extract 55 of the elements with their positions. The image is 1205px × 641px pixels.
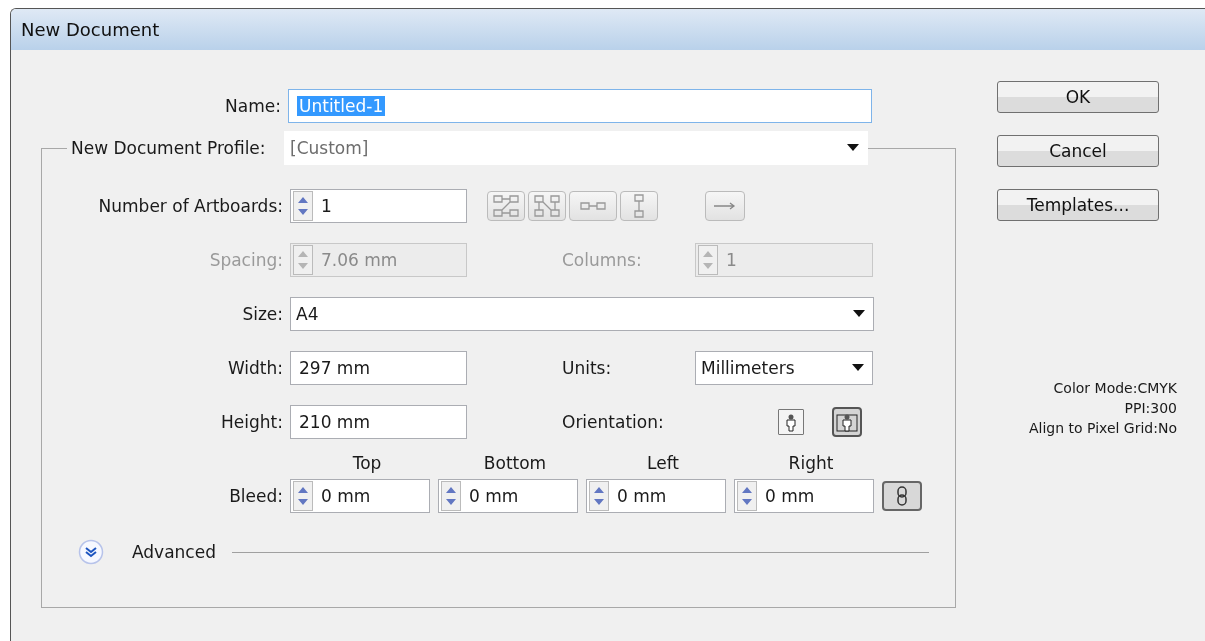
spinner-field[interactable]: 0 mm (586, 479, 726, 513)
arrange-grid-icon (534, 195, 560, 217)
size-dropdown[interactable]: A4 (290, 297, 874, 331)
bleed-heading: Bottom (482, 453, 548, 473)
bleed-heading: Top (351, 453, 383, 473)
spinner-field[interactable]: 1 (290, 189, 467, 223)
dialog-button[interactable]: OK (997, 81, 1159, 113)
advanced-label[interactable]: Advanced (132, 542, 216, 562)
field-label: Units: (562, 358, 613, 378)
field-label: Spacing: (208, 250, 284, 270)
profile-dropdown[interactable]: [Custom] (284, 131, 868, 165)
field-label: Size: (241, 304, 284, 324)
expand-icon[interactable] (78, 539, 104, 565)
layout-direction-button[interactable] (705, 191, 745, 221)
spinner-arrows-icon[interactable] (293, 191, 313, 221)
link-icon (896, 485, 908, 507)
window-title: New Document (11, 9, 1205, 50)
landscape-button[interactable] (832, 407, 862, 437)
spinner-arrows-icon[interactable] (441, 481, 461, 511)
link-button[interactable] (882, 481, 922, 511)
spinner-field[interactable]: 0 mm (290, 479, 430, 513)
person-icon (836, 411, 858, 433)
info-text: Color Mode:CMYK (1053, 379, 1177, 398)
spinner-arrows-icon[interactable] (293, 481, 313, 511)
arrange-grid-button[interactable] (620, 191, 658, 221)
arrange-grid-button[interactable] (528, 191, 566, 221)
height-field[interactable]: 210 mm (290, 405, 467, 439)
arrange-grid-icon (634, 194, 644, 218)
field-label: Height: (220, 412, 284, 432)
field-label: Bleed: (228, 486, 284, 506)
info-text: PPI:300 (1124, 399, 1177, 418)
dialog-button[interactable]: Cancel (997, 135, 1159, 167)
field-label: Number of Artboards: (97, 196, 284, 216)
dialog-button[interactable]: Templates... (997, 189, 1159, 221)
dropdown-caret-icon (853, 310, 865, 318)
dropdown-caret-icon (852, 364, 864, 372)
units-dropdown[interactable]: Millimeters (695, 351, 873, 385)
arrange-grid-icon (580, 202, 606, 210)
field-label: Orientation: (562, 412, 665, 432)
field-label: Name: (224, 96, 282, 116)
field-label: Columns: (562, 250, 643, 270)
arrange-grid-button[interactable] (569, 191, 617, 221)
bleed-heading: Right (787, 453, 835, 473)
spinner-field[interactable]: 0 mm (734, 479, 874, 513)
arrange-grid-button[interactable] (487, 191, 525, 221)
info-text: Align to Pixel Grid:No (1028, 419, 1177, 438)
field-label: Width: (226, 358, 284, 378)
bleed-heading: Left (646, 453, 680, 473)
width-field[interactable]: 297 mm (290, 351, 467, 385)
arrange-grid-icon (493, 195, 519, 217)
spinner-arrows-icon[interactable] (589, 481, 609, 511)
portrait-button[interactable] (778, 409, 804, 435)
spinner-field[interactable]: 0 mm (438, 479, 578, 513)
dropdown-caret-icon (847, 144, 859, 152)
spinner-arrows-icon[interactable] (737, 481, 757, 511)
